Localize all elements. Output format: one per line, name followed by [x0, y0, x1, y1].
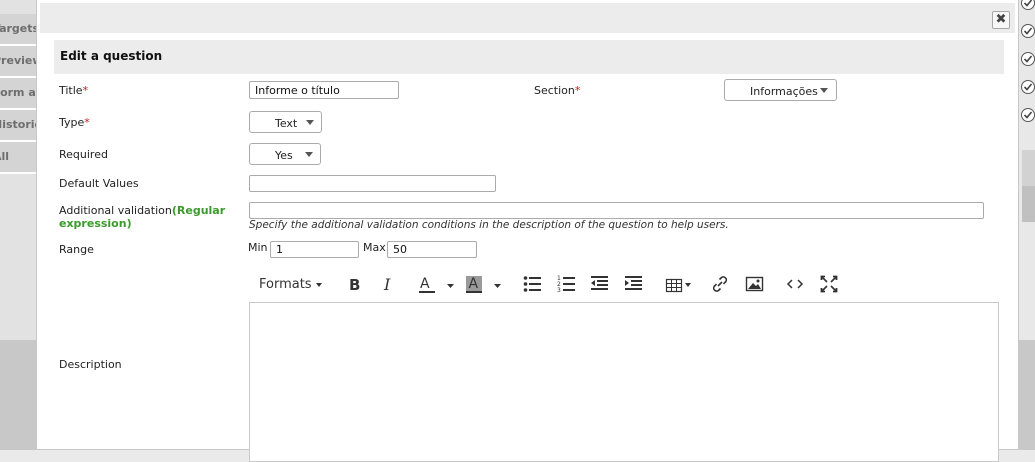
- close-button[interactable]: ✖: [992, 11, 1010, 29]
- bg-tab-preview[interactable]: Preview: [0, 46, 38, 78]
- required-select-value: Yes: [275, 149, 293, 162]
- bg-tab-label: Targets: [0, 22, 38, 35]
- type-label: Type*: [59, 116, 90, 129]
- required-select[interactable]: Yes: [249, 143, 321, 165]
- min-label: Min: [248, 241, 268, 254]
- image-button[interactable]: [745, 271, 765, 297]
- svg-text:B: B: [349, 276, 360, 294]
- bg-tab-label: Preview: [0, 54, 38, 67]
- additional-validation-input[interactable]: [249, 202, 984, 219]
- section-select-value: Informações: [750, 85, 818, 98]
- description-label: Description: [59, 358, 122, 371]
- dialog-title: Edit a question: [60, 49, 163, 63]
- default-values-input[interactable]: [249, 175, 496, 192]
- background-scroll-thumb: [1022, 186, 1035, 222]
- close-icon: ✖: [995, 12, 1007, 27]
- indent-icon: [625, 276, 642, 290]
- background-color-icon: A: [466, 276, 501, 293]
- italic-button[interactable]: I: [381, 271, 397, 297]
- section-label: Section*: [534, 84, 581, 97]
- title-label: Title*: [59, 84, 89, 97]
- outdent-icon: [591, 276, 608, 290]
- bg-tab-form[interactable]: Form a: [0, 78, 38, 110]
- range-label: Range: [59, 243, 94, 256]
- check-circle-icon: [1021, 52, 1035, 66]
- formats-dropdown[interactable]: Formats: [259, 277, 322, 303]
- bg-tab-all[interactable]: All: [0, 142, 38, 174]
- text-color-button[interactable]: A: [419, 271, 459, 297]
- required-label: Required: [59, 148, 108, 161]
- background-right-column: [1018, 0, 1035, 340]
- edit-question-dialog: ✖ Edit a question Title* Section* Inform…: [36, 0, 1019, 462]
- table-icon: [665, 278, 691, 293]
- dialog-header: Edit a question: [54, 40, 1004, 74]
- fullscreen-button[interactable]: [820, 271, 838, 297]
- link-icon: [712, 276, 728, 292]
- chevron-down-icon: [315, 282, 322, 287]
- min-input[interactable]: [270, 241, 359, 258]
- source-code-icon: [786, 279, 804, 289]
- chevron-down-icon: [820, 88, 828, 93]
- svg-text:I: I: [383, 275, 391, 294]
- svg-text:A: A: [420, 276, 430, 292]
- background-stripe: [1022, 150, 1035, 186]
- required-asterisk: *: [82, 84, 89, 97]
- bullet-list-button[interactable]: [523, 271, 543, 297]
- max-label: Max: [363, 241, 386, 254]
- bg-tab-historic[interactable]: Historic: [0, 110, 38, 142]
- outdent-button[interactable]: [590, 271, 610, 297]
- svg-text:3: 3: [557, 287, 561, 294]
- table-button[interactable]: [665, 271, 697, 297]
- description-editor[interactable]: [249, 302, 999, 462]
- italic-icon: I: [383, 275, 391, 294]
- text-color-icon: A: [419, 276, 454, 293]
- max-input[interactable]: [387, 241, 477, 258]
- chevron-down-icon: [305, 152, 313, 157]
- check-circle-icon: [1021, 0, 1035, 10]
- bold-button[interactable]: B: [347, 271, 363, 297]
- type-select-value: Text: [275, 117, 298, 130]
- validation-hint: Specify the additional validation condit…: [249, 219, 729, 231]
- bullet-list-icon: [523, 276, 541, 292]
- check-circle-icon: [1021, 108, 1035, 122]
- svg-text:A: A: [469, 276, 479, 292]
- bg-tab-label: Historic: [0, 118, 38, 131]
- required-asterisk: *: [84, 116, 90, 129]
- additional-validation-label: Additional validation(Regular expression…: [59, 204, 226, 230]
- title-input[interactable]: [249, 81, 399, 99]
- fullscreen-icon: [820, 275, 838, 293]
- dialog-titlebar: ✖: [40, 3, 1015, 33]
- check-circle-icon: [1021, 80, 1035, 94]
- type-select[interactable]: Text: [249, 111, 322, 133]
- background-sidebar: Targets Preview Form a Historic All: [0, 0, 38, 340]
- indent-button[interactable]: [624, 271, 644, 297]
- bold-icon: B: [349, 276, 360, 294]
- check-circle-icon: [1021, 24, 1035, 38]
- default-values-label: Default Values: [59, 177, 139, 190]
- section-select[interactable]: Informações: [724, 79, 837, 101]
- numbered-list-button[interactable]: 123: [557, 271, 577, 297]
- background-color-button[interactable]: A: [465, 271, 505, 297]
- image-icon: [745, 276, 764, 292]
- bg-tab-label: Form a: [0, 86, 36, 99]
- bg-tab-label: All: [0, 150, 10, 163]
- bg-tab-targets[interactable]: Targets: [0, 14, 38, 46]
- source-code-button[interactable]: [786, 271, 804, 297]
- numbered-list-icon: 123: [557, 275, 575, 294]
- chevron-down-icon: [306, 120, 314, 125]
- link-button[interactable]: [711, 271, 729, 297]
- required-asterisk: *: [574, 84, 581, 97]
